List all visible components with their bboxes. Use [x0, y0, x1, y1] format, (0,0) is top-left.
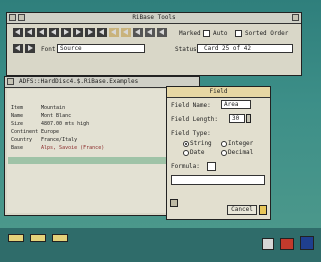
back-field-button[interactable] [13, 44, 23, 53]
type-decimal-label: Decimal [228, 149, 254, 156]
status-label: Status [175, 46, 197, 53]
iconbar [0, 228, 321, 262]
font-field[interactable]: Source [57, 44, 145, 53]
marked-checkbox[interactable] [203, 30, 210, 37]
printer-icon[interactable] [280, 238, 294, 250]
type-integer-label: Integer [228, 140, 254, 147]
field-length-input[interactable]: 30 [229, 114, 245, 123]
cancel-button[interactable]: Cancel [227, 205, 257, 215]
marked-label: Marked [179, 30, 201, 37]
field-name-label: Field Name: [171, 102, 211, 109]
field-value-4[interactable]: France/Italy [41, 137, 77, 143]
drive-icon-3[interactable] [52, 234, 68, 242]
rewind-button[interactable] [25, 28, 35, 37]
field-name-5: Base [11, 145, 24, 151]
field-value-2[interactable]: 4807.00 mts high [41, 121, 89, 127]
type-decimal-radio[interactable] [221, 150, 227, 156]
record-back-icon[interactable] [7, 78, 14, 85]
tools-window: RiBase Tools Marked Auto Sorted Order Fo… [6, 12, 302, 76]
field-type-label: Field Type: [171, 130, 211, 137]
next-record-button[interactable] [61, 28, 71, 37]
field-name-4: Country [11, 137, 33, 143]
field-length-label: Field Length: [171, 116, 218, 123]
forward-field-button[interactable] [25, 44, 35, 53]
toggle-size-icon[interactable] [292, 14, 299, 21]
field-value-0[interactable]: Mountain [41, 105, 65, 111]
field-name-1: Name [11, 113, 24, 119]
font-label: Font [41, 46, 56, 53]
field-name-3: Continent [11, 129, 39, 135]
forward-button[interactable] [73, 28, 83, 37]
length-down-icon[interactable] [246, 114, 251, 123]
print-button[interactable] [157, 28, 167, 37]
last-record-button[interactable] [85, 28, 95, 37]
field-name-2: Size [11, 121, 24, 127]
disc-icon[interactable] [262, 238, 274, 250]
field-name-input[interactable]: Area [221, 100, 251, 109]
field-name-value: Area [224, 101, 239, 108]
tools-title-bar[interactable]: RiBase Tools [7, 13, 301, 24]
delete-button[interactable] [97, 28, 107, 37]
sorted-order-label: Sorted Order [245, 30, 289, 37]
edit-button[interactable] [109, 28, 119, 37]
type-string-radio[interactable] [183, 141, 189, 147]
field-title-bar[interactable]: Field [167, 87, 270, 98]
formula-input[interactable] [171, 175, 265, 185]
ok-icon[interactable] [259, 205, 267, 215]
field-dialog: Field Field Name: Area Field Length: 30 … [166, 86, 271, 220]
field-value-1[interactable]: Mont Blanc [41, 113, 71, 119]
stop-button[interactable] [49, 28, 59, 37]
field-name-0: Item [11, 105, 24, 111]
desktop: RiBase Tools Marked Auto Sorted Order Fo… [0, 0, 321, 262]
drive-icon-2[interactable] [30, 234, 46, 242]
resize-icon[interactable] [170, 199, 178, 207]
field-length-value: 30 [232, 115, 240, 122]
field-value-5[interactable]: Alps, Savoie (France) [41, 145, 104, 151]
font-value: Source [60, 45, 82, 52]
status-field: Card 25 of 42 [197, 44, 293, 53]
formula-checkbox[interactable] [207, 162, 216, 171]
tools-title: RiBase Tools [132, 14, 176, 21]
select-button[interactable] [145, 28, 155, 37]
find-button[interactable] [121, 28, 131, 37]
sorted-checkbox[interactable] [235, 30, 242, 37]
app-icon[interactable] [300, 236, 314, 250]
formula-label: Formula: [171, 163, 200, 170]
first-record-button[interactable] [13, 28, 23, 37]
type-integer-radio[interactable] [221, 141, 227, 147]
field-value-3[interactable]: Europe [41, 129, 59, 135]
prev-record-button[interactable] [37, 28, 47, 37]
type-string-label: String [190, 140, 212, 147]
type-date-radio[interactable] [183, 150, 189, 156]
status-value: Card 25 of 42 [204, 45, 251, 52]
field-dialog-title: Field [209, 88, 228, 95]
auto-label: Auto [213, 30, 228, 37]
sort-button[interactable] [133, 28, 143, 37]
drive-icon-1[interactable] [8, 234, 24, 242]
type-date-label: Date [190, 149, 205, 156]
